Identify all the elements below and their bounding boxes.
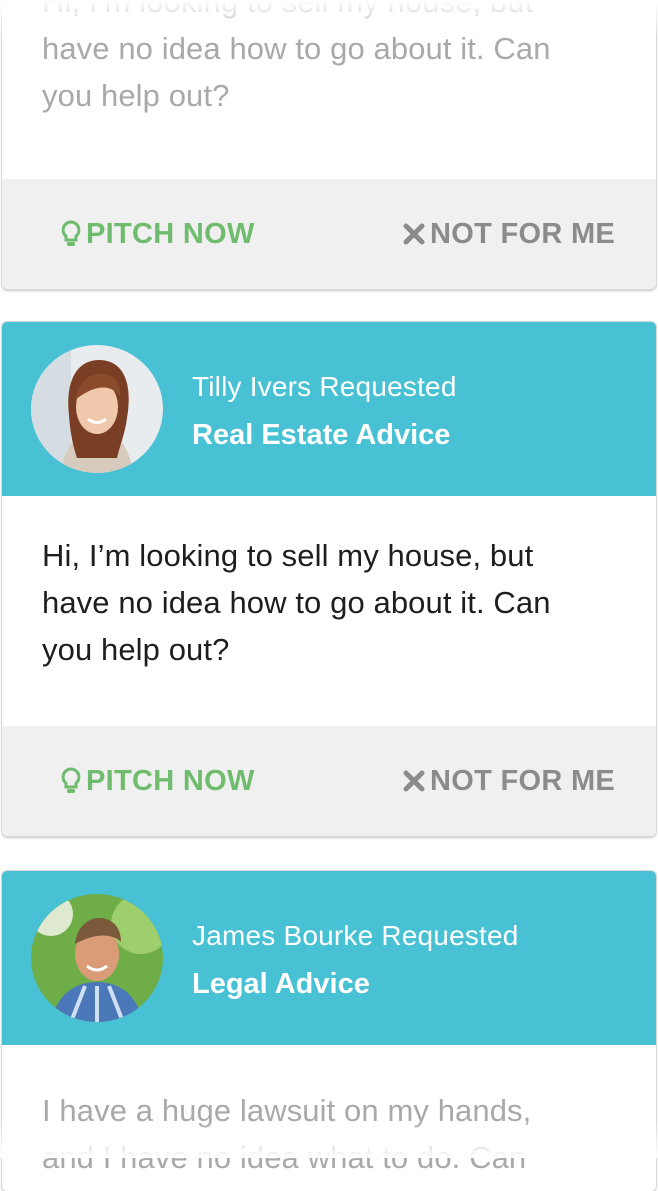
request-header-text: Tilly Ivers Requested Real Estate Advice bbox=[192, 370, 457, 452]
not-for-me-button[interactable]: NOT FOR ME bbox=[402, 179, 615, 289]
message-line: have no idea how to go about it. Can bbox=[42, 585, 551, 620]
request-header-text: James Bourke Requested Legal Advice bbox=[192, 919, 519, 1001]
lightbulb-icon bbox=[61, 220, 81, 246]
request-message: Hi, I’m looking to sell my house, but ha… bbox=[2, 0, 656, 199]
avatar-photo bbox=[31, 894, 163, 1022]
pitch-now-button[interactable]: PITCH NOW bbox=[60, 726, 255, 836]
message-line: have no idea how to go about it. Can bbox=[42, 31, 551, 66]
request-topic: Legal Advice bbox=[192, 968, 370, 1000]
action-bar: PITCH NOW NOT FOR ME bbox=[2, 726, 656, 836]
close-x-icon bbox=[403, 770, 425, 792]
close-x-icon bbox=[403, 223, 425, 245]
lightbulb-icon bbox=[61, 767, 81, 793]
avatar-photo bbox=[31, 345, 163, 473]
message-line: Hi, I’m looking to sell my house, but bbox=[42, 538, 534, 573]
card-header: Tilly Ivers Requested Real Estate Advice bbox=[2, 322, 656, 496]
request-topic: Real Estate Advice bbox=[192, 419, 451, 451]
pitch-now-button[interactable]: PITCH NOW bbox=[60, 179, 255, 289]
action-bar: PITCH NOW NOT FOR ME bbox=[2, 179, 656, 289]
message-line: I have a huge lawsuit on my hands, bbox=[42, 1093, 532, 1128]
message-line: Hi, I’m looking to sell my house, but bbox=[42, 0, 534, 19]
not-for-me-label: NOT FOR ME bbox=[430, 217, 616, 250]
avatar bbox=[31, 345, 163, 473]
message-line: you help out? bbox=[42, 632, 230, 667]
pitch-now-label: PITCH NOW bbox=[86, 217, 255, 250]
card-header: James Bourke Requested Legal Advice bbox=[2, 871, 656, 1045]
request-message: I have a huge lawsuit on my hands, and I… bbox=[2, 1045, 656, 1181]
message-line: you help out? bbox=[42, 78, 230, 113]
requester-name: Tilly Ivers Requested bbox=[192, 371, 457, 402]
request-card: Hi, I’m looking to sell my house, but ha… bbox=[2, 0, 656, 289]
request-message: Hi, I’m looking to sell my house, but ha… bbox=[2, 496, 656, 726]
request-card: James Bourke Requested Legal Advice I ha… bbox=[2, 871, 656, 1191]
not-for-me-button[interactable]: NOT FOR ME bbox=[402, 726, 615, 836]
avatar bbox=[31, 894, 163, 1022]
pitch-now-label: PITCH NOW bbox=[86, 764, 255, 797]
request-card: Tilly Ivers Requested Real Estate Advice… bbox=[2, 322, 656, 836]
requester-name: James Bourke Requested bbox=[192, 920, 519, 951]
not-for-me-label: NOT FOR ME bbox=[430, 764, 616, 797]
